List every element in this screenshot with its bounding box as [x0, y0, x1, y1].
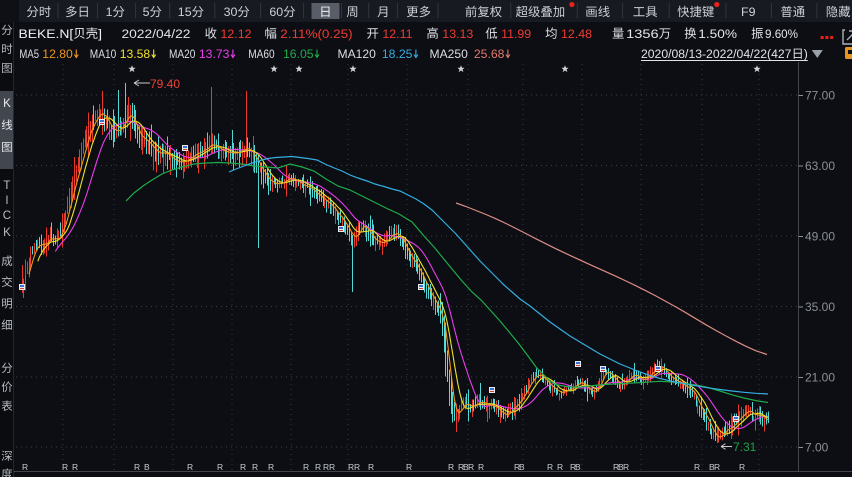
svg-text:77.00: 77.00: [805, 89, 835, 103]
svg-text:13.58: 13.58: [120, 47, 151, 61]
svg-text:R: R: [134, 462, 140, 472]
svg-text:MA60: MA60: [248, 47, 275, 61]
svg-text:18.25: 18.25: [382, 47, 413, 61]
svg-text:13.13: 13.13: [442, 27, 473, 41]
svg-text:21.00: 21.00: [805, 371, 835, 385]
svg-text:12.12: 12.12: [221, 27, 252, 41]
svg-text:R: R: [448, 462, 454, 472]
svg-text:12.80: 12.80: [42, 47, 73, 61]
svg-text:9.60%: 9.60%: [765, 27, 798, 41]
svg-text:R: R: [547, 462, 553, 472]
svg-text:]: ]: [98, 27, 102, 41]
svg-text:R: R: [714, 462, 720, 472]
svg-text:MA5: MA5: [19, 47, 39, 61]
svg-text:2.11%(0.25): 2.11%(0.25): [280, 27, 352, 41]
svg-text:R: R: [187, 462, 193, 472]
svg-text:7.00: 7.00: [805, 441, 829, 455]
svg-text:T: T: [3, 180, 10, 192]
svg-text:1: 1: [106, 5, 113, 19]
svg-text:12.11: 12.11: [382, 27, 412, 41]
svg-text:R: R: [329, 462, 335, 472]
svg-text:49.00: 49.00: [805, 230, 835, 244]
svg-text:79.40: 79.40: [150, 77, 180, 91]
svg-text:K: K: [3, 98, 11, 110]
svg-text:30: 30: [224, 5, 238, 19]
svg-text:63.00: 63.00: [805, 159, 835, 173]
svg-text:BEKE.N[: BEKE.N[: [19, 27, 74, 41]
svg-text:R: R: [252, 462, 258, 472]
svg-text:R: R: [478, 462, 484, 472]
svg-text:60: 60: [269, 5, 283, 19]
svg-text:2022/04/22: 2022/04/22: [122, 27, 191, 41]
svg-text:B: B: [575, 462, 581, 472]
svg-text:12.48: 12.48: [561, 27, 592, 41]
svg-text:2020/08/13-2022/04/22(427: 2020/08/13-2022/04/22(427: [641, 47, 792, 61]
svg-text:K: K: [3, 227, 11, 239]
svg-text:R: R: [557, 462, 563, 472]
svg-text:16.05: 16.05: [283, 47, 314, 61]
svg-text:B: B: [144, 462, 150, 472]
svg-text:R: R: [268, 462, 274, 472]
svg-text:MA10: MA10: [90, 47, 117, 61]
svg-text:5: 5: [143, 5, 150, 19]
svg-text:R: R: [22, 462, 28, 472]
svg-text:C: C: [3, 210, 11, 222]
svg-text:R: R: [468, 462, 474, 472]
svg-text:11.99: 11.99: [501, 27, 531, 41]
svg-text:R: R: [315, 462, 321, 472]
svg-text:R: R: [72, 462, 78, 472]
svg-text:R: R: [240, 462, 246, 472]
svg-text:): ): [804, 47, 808, 61]
svg-text:1.50%: 1.50%: [698, 27, 737, 41]
svg-text:F9: F9: [741, 5, 756, 19]
svg-text:R: R: [217, 462, 223, 472]
svg-text:MA120: MA120: [338, 47, 377, 61]
svg-text:R: R: [354, 462, 360, 472]
svg-text:25.68: 25.68: [474, 47, 505, 61]
svg-text:7.31: 7.31: [733, 440, 757, 454]
svg-text:15: 15: [178, 5, 192, 19]
svg-text:13.73: 13.73: [199, 47, 230, 61]
svg-text:R: R: [368, 462, 374, 472]
svg-text:R: R: [623, 462, 629, 472]
svg-text:I: I: [5, 195, 8, 207]
svg-text:R: R: [739, 462, 745, 472]
svg-text:R: R: [406, 462, 412, 472]
svg-text:MA20: MA20: [169, 47, 196, 61]
svg-text:35.00: 35.00: [805, 300, 835, 314]
svg-text:R: R: [694, 462, 700, 472]
svg-text:R: R: [303, 462, 309, 472]
svg-text:1356: 1356: [626, 27, 659, 41]
svg-text:B: B: [519, 462, 525, 472]
svg-text:R: R: [62, 462, 68, 472]
svg-text:MA250: MA250: [430, 47, 469, 61]
